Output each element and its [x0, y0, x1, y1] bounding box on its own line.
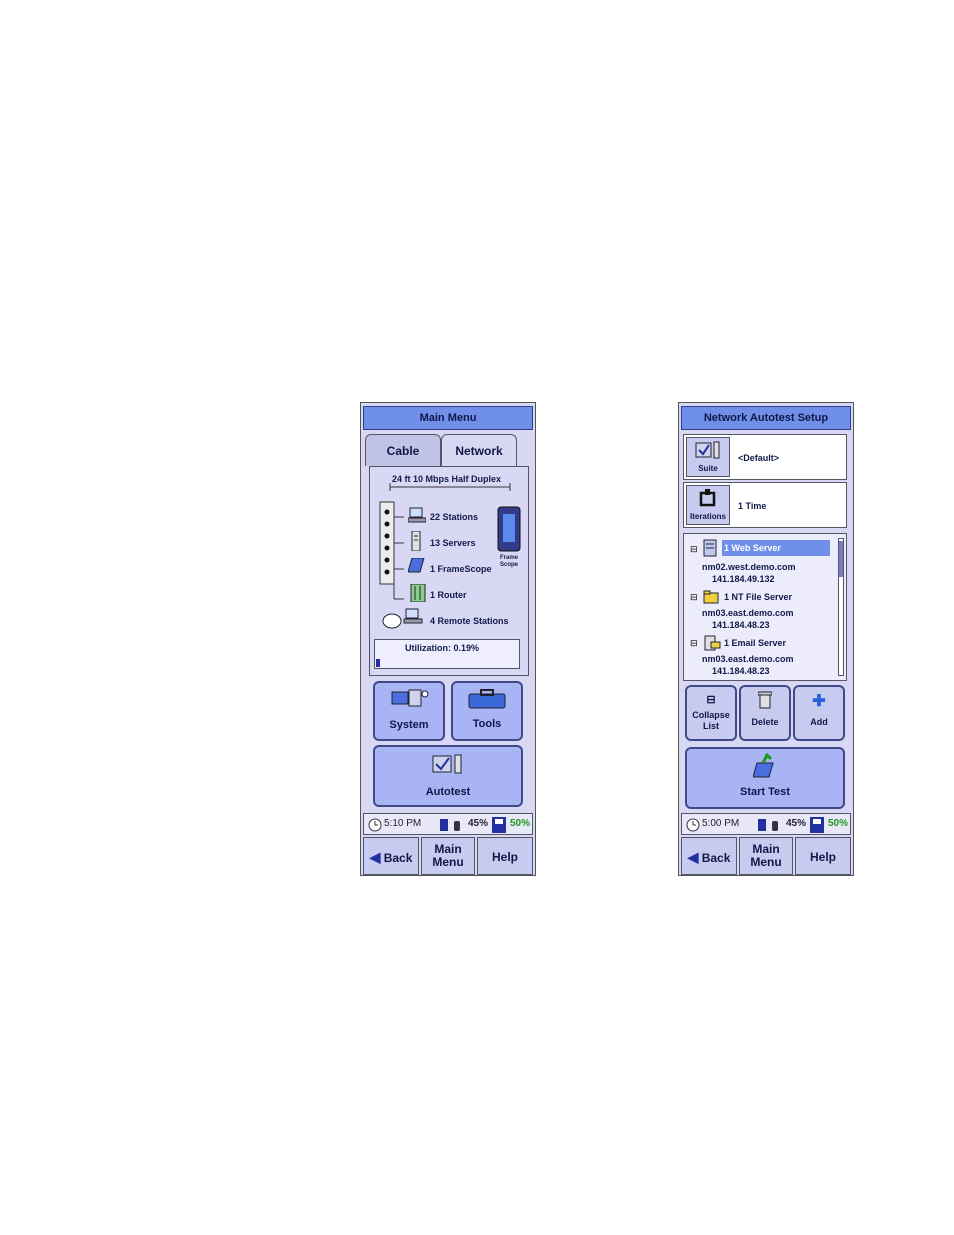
- stations-count: 22 Stations: [430, 512, 479, 522]
- collapse-node-icon[interactable]: ⊟: [690, 638, 698, 649]
- tab-cable[interactable]: Cable: [365, 434, 441, 466]
- tree-item-ip: 141.184.49.132: [712, 574, 775, 584]
- system-label: System: [389, 719, 429, 731]
- tree-item-host: nm03.east.demo.com: [702, 608, 794, 618]
- disk-level: 50%: [510, 818, 531, 829]
- router-count: 1 Router: [430, 590, 467, 600]
- main-menu-button[interactable]: Main Menu: [421, 837, 475, 875]
- iterations-value: 1 Time: [738, 501, 767, 511]
- autotest-label: Autotest: [425, 786, 471, 798]
- add-label: Add: [810, 717, 828, 727]
- tree-item-label: 1 Email Server: [724, 638, 787, 648]
- status-time: 5:00 PM: [702, 818, 740, 829]
- battery-icon: [758, 819, 778, 831]
- iterations-icon: [699, 489, 716, 507]
- server-icon: [411, 531, 421, 551]
- tree-item-host: nm02.west.demo.com: [702, 562, 796, 572]
- status-bar: 5:10 PM 45% 50%: [363, 813, 533, 835]
- back-label: Back: [383, 851, 413, 865]
- scrollbar-thumb[interactable]: [839, 541, 843, 577]
- start-test-label: Start Test: [740, 786, 790, 798]
- start-test-icon: [752, 752, 774, 778]
- framescope-count: 1 FrameScope: [430, 564, 492, 574]
- main-menu-label: Main Menu: [750, 842, 782, 869]
- add-button[interactable]: ✚ Add: [793, 685, 845, 741]
- help-label: Help: [491, 850, 518, 864]
- remote-stations-count: 4 Remote Stations: [430, 616, 509, 626]
- screen-title: Network Autotest Setup: [681, 406, 851, 430]
- help-button[interactable]: Help: [795, 837, 851, 875]
- collapse-label: Collapse List: [692, 710, 730, 731]
- folder-icon: [703, 590, 719, 604]
- tree-item-label: 1 NT File Server: [724, 592, 793, 602]
- tree-item-label: 1 Web Server: [722, 540, 830, 556]
- back-arrow-icon: ◀: [687, 849, 699, 865]
- status-time: 5:10 PM: [384, 818, 422, 829]
- network-panel: 24 ft 10 Mbps Half Duplex 22 Stations 13…: [369, 466, 529, 676]
- battery-icon: [440, 819, 460, 831]
- autotest-setup-screen: Network Autotest Setup Suite <Default> I…: [678, 402, 854, 876]
- disk-icon: [492, 817, 506, 833]
- servers-count: 13 Servers: [430, 538, 476, 548]
- back-button[interactable]: ◀ Back: [363, 837, 419, 875]
- remote-stations-icon: [382, 608, 423, 629]
- main-menu-screen: Main Menu Cable Network 24 ft 10 Mbps Ha…: [360, 402, 536, 876]
- collapse-node-icon[interactable]: ⊟: [690, 592, 698, 603]
- suite-button[interactable]: Suite: [686, 437, 730, 477]
- status-bar: 5:00 PM 45% 50%: [681, 813, 851, 835]
- router-icon: [410, 584, 426, 602]
- help-label: Help: [809, 850, 836, 864]
- tree-item-ip: 141.184.48.23: [712, 666, 770, 676]
- system-icon: [391, 689, 429, 707]
- plus-icon: ✚: [812, 693, 826, 710]
- web-server-icon: [703, 539, 717, 557]
- tools-label: Tools: [472, 718, 502, 730]
- suite-icon: [695, 441, 720, 459]
- suite-row[interactable]: Suite <Default>: [683, 434, 847, 480]
- trash-icon: [757, 691, 773, 709]
- suite-value: <Default>: [738, 453, 780, 463]
- main-menu-button[interactable]: Main Menu: [739, 837, 793, 875]
- tab-network[interactable]: Network: [441, 434, 517, 466]
- screen-title: Main Menu: [363, 406, 533, 430]
- tree-scrollbar[interactable]: [838, 538, 844, 676]
- collapse-node-icon[interactable]: ⊟: [690, 544, 698, 555]
- help-button[interactable]: Help: [477, 837, 533, 875]
- tools-button[interactable]: Tools: [451, 681, 523, 741]
- utilization-bar: [376, 659, 380, 667]
- framescope-icon: [408, 558, 425, 573]
- iterations-button[interactable]: Iterations: [686, 485, 730, 525]
- collapse-icon: ⊟: [706, 694, 716, 706]
- suite-label: Suite: [698, 464, 718, 473]
- system-button[interactable]: System: [373, 681, 445, 741]
- server-tree: ⊟ 1 Web Server nm02.west.demo.com 141.18…: [683, 533, 847, 681]
- start-test-button[interactable]: Start Test: [685, 747, 845, 809]
- collapse-list-button[interactable]: ⊟ Collapse List: [685, 685, 737, 741]
- utilization-box: Utilization: 0.19%: [374, 639, 520, 669]
- back-button[interactable]: ◀ Back: [681, 837, 737, 875]
- clock-icon: [368, 818, 382, 832]
- back-arrow-icon: ◀: [369, 849, 381, 865]
- clock-icon: [686, 818, 700, 832]
- back-label: Back: [701, 851, 731, 865]
- disk-level: 50%: [828, 818, 849, 829]
- battery-level: 45%: [786, 818, 807, 829]
- delete-label: Delete: [751, 717, 779, 727]
- iterations-label: Iterations: [689, 512, 726, 521]
- disk-icon: [810, 817, 824, 833]
- email-server-icon: [704, 635, 721, 651]
- toolbox-icon: [468, 689, 506, 709]
- autotest-button[interactable]: Autotest: [373, 745, 523, 807]
- station-icon: [408, 507, 426, 523]
- tree-item-host: nm03.east.demo.com: [702, 654, 794, 664]
- framescope-device-label: Frame Scope: [500, 555, 519, 568]
- tree-item-ip: 141.184.48.23: [712, 620, 770, 630]
- delete-button[interactable]: Delete: [739, 685, 791, 741]
- utilization-text: Utilization: 0.19%: [405, 643, 480, 653]
- battery-level: 45%: [468, 818, 489, 829]
- autotest-icon: [432, 754, 462, 774]
- main-menu-label: Main Menu: [432, 842, 464, 869]
- iterations-row[interactable]: Iterations 1 Time: [683, 482, 847, 528]
